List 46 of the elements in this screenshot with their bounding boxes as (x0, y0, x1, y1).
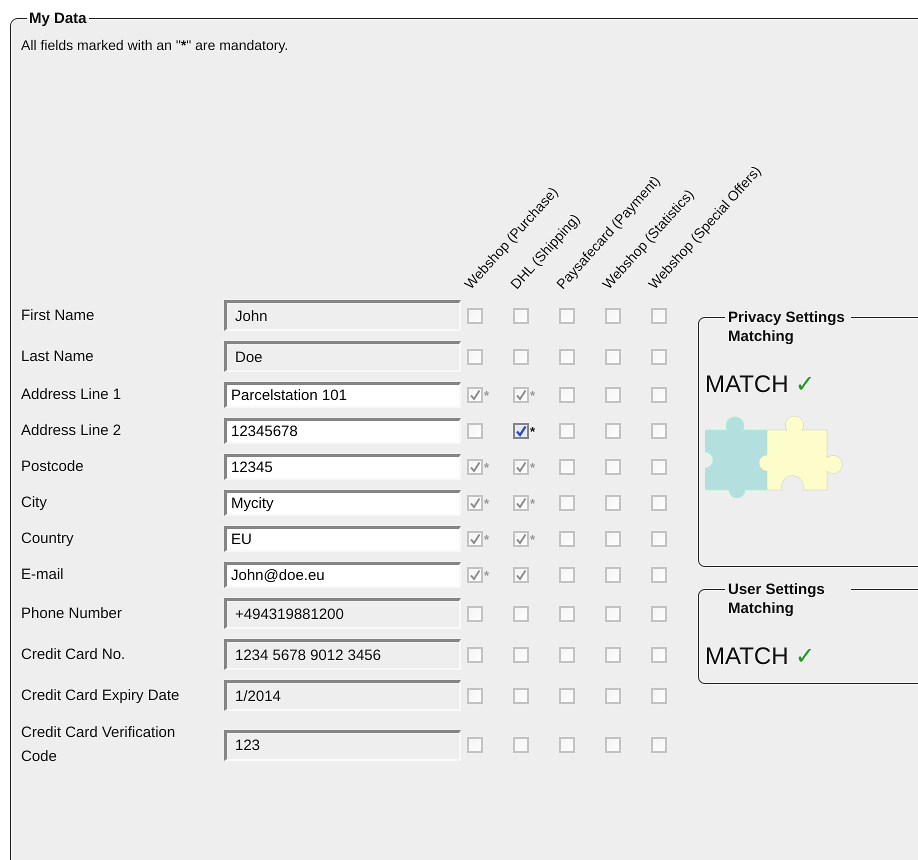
checkmark-icon (469, 497, 481, 509)
panel-title: Privacy Settings Matching (725, 308, 851, 346)
mandatory-mark: * (530, 460, 536, 474)
field-label: Credit Card Verification Code (21, 723, 176, 767)
field-label: Phone Number (21, 604, 123, 624)
mandatory-mark: * (484, 388, 490, 402)
field-label: Last Name (21, 346, 95, 366)
checkmark-icon (469, 389, 481, 401)
checkmark-icon (515, 425, 527, 437)
panel-title: My Data (28, 10, 88, 27)
mandatory-mark: * (530, 496, 536, 510)
checkmark-icon (515, 461, 527, 473)
mandatory-mark: * (484, 496, 490, 510)
text-field[interactable]: Parcelstation 101 (224, 382, 461, 408)
field-label: E-mail (21, 565, 65, 585)
text-field[interactable]: John@doe.eu (224, 562, 461, 588)
mandatory-mark: * (484, 568, 490, 582)
checkbox[interactable] (513, 423, 529, 439)
field-label: Address Line 2 (21, 421, 122, 441)
mandatory-mark: * (484, 460, 490, 474)
field-label: Address Line 1 (21, 385, 122, 405)
field-label: Credit Card No. (21, 644, 126, 664)
mandatory-mark: * (530, 388, 536, 402)
checkmark-icon (515, 533, 527, 545)
match-status: MATCH ✓ (705, 642, 816, 671)
checkmark-icon (515, 497, 527, 509)
mandatory-mark: * (484, 532, 490, 546)
checkmark-icon (515, 389, 527, 401)
text-field[interactable]: 12345 (224, 454, 461, 480)
mandatory-mark: * (530, 532, 536, 546)
mandatory-note: All fields marked with an "*" are mandatory. (21, 37, 288, 53)
checkmark-icon (515, 569, 527, 581)
field-label: Country (21, 529, 75, 549)
checkmark-icon (469, 461, 481, 473)
text-field[interactable]: Mycity (224, 490, 461, 516)
field-label: City (21, 493, 48, 513)
field-label: First Name (21, 306, 96, 326)
checkmark-icon (469, 533, 481, 545)
field-label: Credit Card Expiry Date (21, 686, 180, 706)
panel-title: User Settings Matching (725, 580, 851, 618)
field-label: Postcode (21, 457, 85, 477)
text-field[interactable]: 12345678 (224, 418, 461, 444)
match-status: MATCH ✓ (705, 370, 816, 399)
mandatory-mark: * (530, 424, 536, 438)
text-field[interactable]: EU (224, 526, 461, 552)
checkmark-icon (469, 569, 481, 581)
